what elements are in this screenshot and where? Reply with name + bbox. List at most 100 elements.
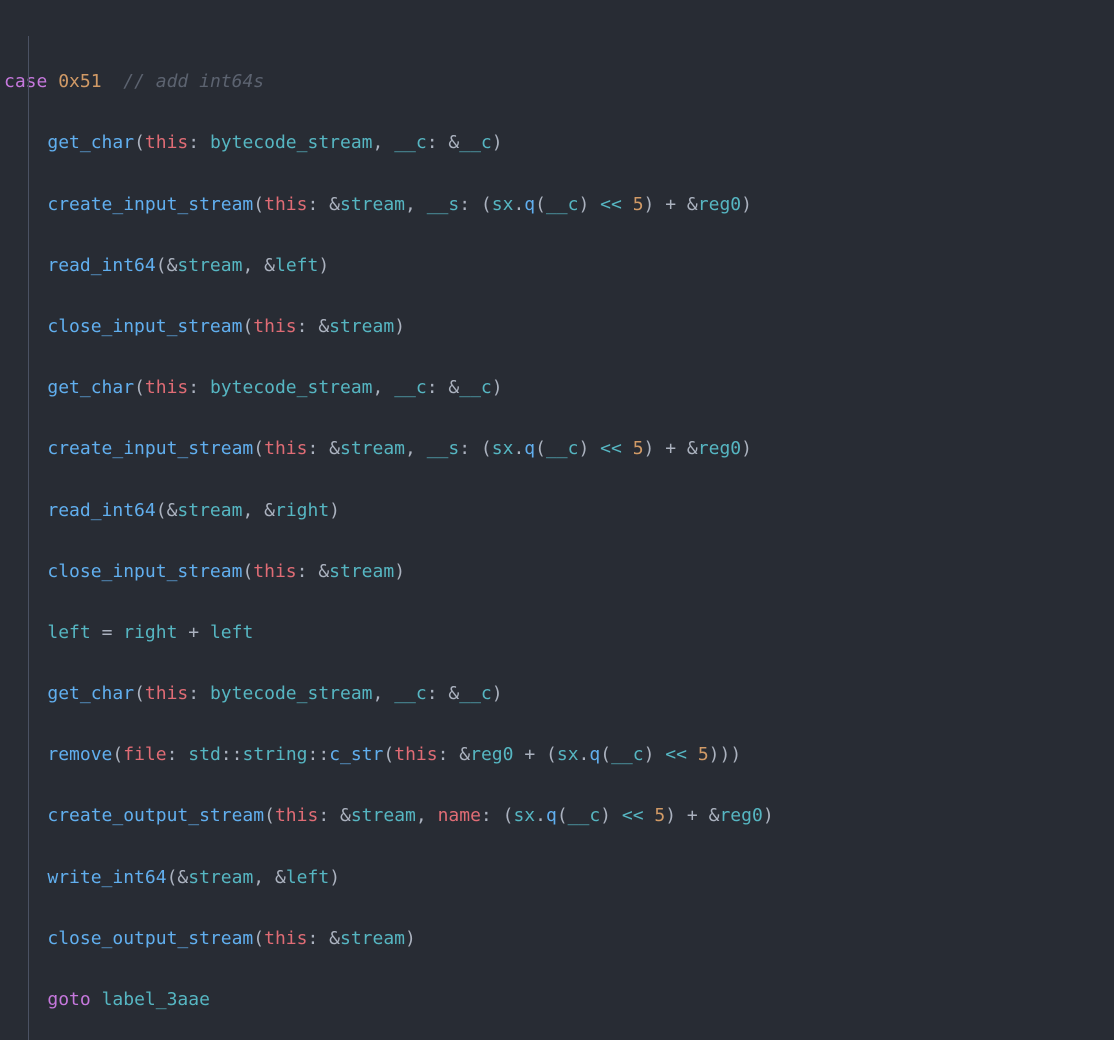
id-sx: sx <box>492 438 514 459</box>
param-c: __c <box>394 683 427 704</box>
id-stream: stream <box>177 500 242 521</box>
fn-close-input: close_input_stream <box>47 561 242 582</box>
code-line: write_int64(&stream, &left) <box>4 863 1114 894</box>
param-name: name <box>438 805 481 826</box>
comment: // add int64s <box>123 71 264 92</box>
id-c: __c <box>546 438 579 459</box>
num-5: 5 <box>633 438 644 459</box>
param-this: this <box>264 928 307 949</box>
fn-get-char: get_char <box>47 377 134 398</box>
id-bytecode-stream: bytecode_stream <box>210 683 373 704</box>
fn-read-int64: read_int64 <box>47 500 155 521</box>
param-this: this <box>253 561 296 582</box>
id-reg0: reg0 <box>470 744 513 765</box>
id-c: __c <box>459 377 492 398</box>
op-plus: + <box>687 805 698 826</box>
op-plus: + <box>665 194 676 215</box>
id-left: left <box>286 867 329 888</box>
fn-remove: remove <box>47 744 112 765</box>
id-c: __c <box>459 683 492 704</box>
fn-write-int64: write_int64 <box>47 867 166 888</box>
code-line: close_input_stream(this: &stream) <box>4 557 1114 588</box>
id-right: right <box>275 500 329 521</box>
fn-create-output: create_output_stream <box>47 805 264 826</box>
param-this: this <box>275 805 318 826</box>
id-c: __c <box>546 194 579 215</box>
op-plus: + <box>188 622 199 643</box>
op-eq: = <box>102 622 113 643</box>
param-this: this <box>253 316 296 337</box>
param-this: this <box>394 744 437 765</box>
param-s: __s <box>427 438 460 459</box>
code-line: get_char(this: bytecode_stream, __c: &__… <box>4 373 1114 404</box>
param-this: this <box>145 377 188 398</box>
fn-close-output: close_output_stream <box>47 928 253 949</box>
param-this: this <box>145 132 188 153</box>
code-line: read_int64(&stream, &left) <box>4 251 1114 282</box>
param-c: __c <box>394 377 427 398</box>
code-line: create_output_stream(this: &stream, name… <box>4 801 1114 832</box>
code-line: read_int64(&stream, &right) <box>4 496 1114 527</box>
id-stream: stream <box>329 316 394 337</box>
id-left: left <box>47 622 90 643</box>
id-right: right <box>123 622 177 643</box>
code-line: get_char(this: bytecode_stream, __c: &__… <box>4 679 1114 710</box>
param-this: this <box>264 194 307 215</box>
num-5: 5 <box>698 744 709 765</box>
code-line: close_output_stream(this: &stream) <box>4 924 1114 955</box>
fn-create-input: create_input_stream <box>47 194 253 215</box>
id-sx: sx <box>557 744 579 765</box>
code-line: create_input_stream(this: &stream, __s: … <box>4 190 1114 221</box>
id-std: std <box>188 744 221 765</box>
fn-get-char: get_char <box>47 683 134 704</box>
param-file: file <box>123 744 166 765</box>
id-stream: stream <box>351 805 416 826</box>
id-sx: sx <box>492 194 514 215</box>
id-c: __c <box>459 132 492 153</box>
id-sx: sx <box>513 805 535 826</box>
id-c: __c <box>568 805 601 826</box>
param-this: this <box>145 683 188 704</box>
keyword-goto: goto <box>47 989 90 1010</box>
num-5: 5 <box>654 805 665 826</box>
op-plus: + <box>524 744 535 765</box>
fn-cstr: c_str <box>329 744 383 765</box>
code-line: close_input_stream(this: &stream) <box>4 312 1114 343</box>
fn-get-char: get_char <box>47 132 134 153</box>
id-stream: stream <box>188 867 253 888</box>
id-left: left <box>275 255 318 276</box>
id-q: q <box>524 194 535 215</box>
code-line: create_input_stream(this: &stream, __s: … <box>4 434 1114 465</box>
op-plus: + <box>665 438 676 459</box>
fn-close-input: close_input_stream <box>47 316 242 337</box>
id-q: q <box>589 744 600 765</box>
fn-create-input: create_input_stream <box>47 438 253 459</box>
goto-label: label_3aae <box>102 989 210 1010</box>
code-line: goto label_3aae <box>4 985 1114 1016</box>
id-stream: stream <box>340 928 405 949</box>
id-reg0: reg0 <box>719 805 762 826</box>
id-stream: stream <box>340 194 405 215</box>
num-5: 5 <box>633 194 644 215</box>
id-c: __c <box>611 744 644 765</box>
op-shl: << <box>600 194 622 215</box>
keyword-case: case <box>4 71 47 92</box>
op-shl: << <box>600 438 622 459</box>
id-stream: stream <box>177 255 242 276</box>
code-block: case 0x51 // add int64s get_char(this: b… <box>4 6 1114 1040</box>
code-line: get_char(this: bytecode_stream, __c: &__… <box>4 128 1114 159</box>
param-c: __c <box>394 132 427 153</box>
amp: & <box>329 194 340 215</box>
id-reg0: reg0 <box>698 438 741 459</box>
case-value: 0x51 <box>58 71 101 92</box>
id-q: q <box>546 805 557 826</box>
id-left: left <box>210 622 253 643</box>
op-shl: << <box>665 744 687 765</box>
code-line: left = right + left <box>4 618 1114 649</box>
id-stream: stream <box>329 561 394 582</box>
code-line: remove(file: std::string::c_str(this: &r… <box>4 740 1114 771</box>
id-string: string <box>242 744 307 765</box>
param-this: this <box>264 438 307 459</box>
code-line: case 0x51 // add int64s <box>4 67 1114 98</box>
op-shl: << <box>622 805 644 826</box>
